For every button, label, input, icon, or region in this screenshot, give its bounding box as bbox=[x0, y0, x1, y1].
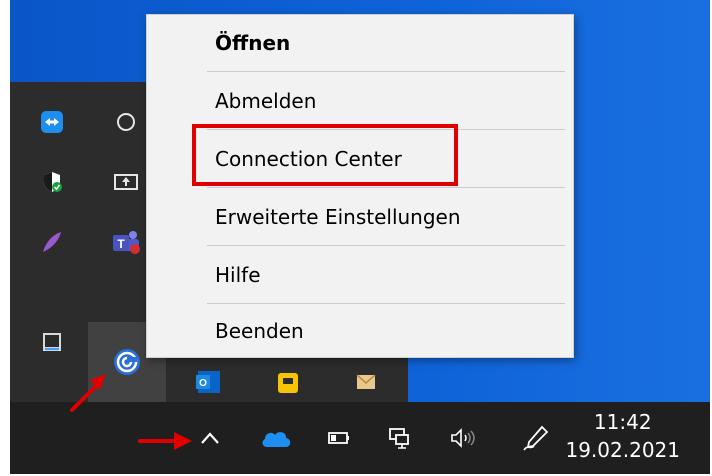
window-tile-icon[interactable] bbox=[32, 322, 72, 362]
onedrive-cloud-icon[interactable] bbox=[256, 422, 296, 454]
context-menu: Öffnen Abmelden Connection Center Erweit… bbox=[146, 14, 574, 358]
menu-item-beenden[interactable]: Beenden bbox=[147, 303, 573, 359]
battery-icon[interactable] bbox=[322, 422, 356, 454]
svg-text:T: T bbox=[117, 237, 125, 251]
outlook-icon[interactable]: O bbox=[188, 352, 228, 402]
sticky-note-icon[interactable] bbox=[268, 352, 308, 402]
menu-separator bbox=[207, 71, 565, 72]
taskbar-clock[interactable]: 11:42 19.02.2021 bbox=[565, 408, 680, 464]
menu-item-abmelden[interactable]: Abmelden bbox=[147, 73, 573, 129]
menu-item-hilfe[interactable]: Hilfe bbox=[147, 247, 573, 303]
teams-icon[interactable]: T bbox=[106, 222, 146, 262]
teamviewer-icon[interactable] bbox=[32, 102, 72, 142]
pen-workspace-icon[interactable] bbox=[518, 422, 554, 454]
annotation-arrow-icon bbox=[70, 374, 106, 412]
annotation-arrow-icon bbox=[138, 432, 192, 450]
menu-separator bbox=[207, 245, 565, 246]
show-hidden-icons-chevron[interactable] bbox=[196, 422, 224, 454]
clock-time: 11:42 bbox=[593, 410, 652, 434]
taskbar: 11:42 19.02.2021 bbox=[10, 402, 710, 474]
clock-date: 19.02.2021 bbox=[565, 438, 680, 462]
menu-item-erweiterte-einstellungen[interactable]: Erweiterte Einstellungen bbox=[147, 189, 573, 245]
feather-pen-icon[interactable] bbox=[32, 222, 72, 262]
screen-share-icon[interactable] bbox=[106, 162, 146, 202]
mail-icon[interactable] bbox=[346, 352, 386, 402]
annotation-highlight-box bbox=[192, 124, 458, 186]
menu-item-oeffnen[interactable]: Öffnen bbox=[147, 15, 573, 71]
volume-icon[interactable] bbox=[446, 422, 482, 454]
svg-text:O: O bbox=[199, 378, 207, 389]
menu-separator bbox=[207, 187, 565, 188]
security-shield-icon[interactable] bbox=[32, 162, 72, 202]
network-icon[interactable] bbox=[382, 422, 416, 454]
cortana-circle-icon[interactable] bbox=[106, 102, 146, 142]
